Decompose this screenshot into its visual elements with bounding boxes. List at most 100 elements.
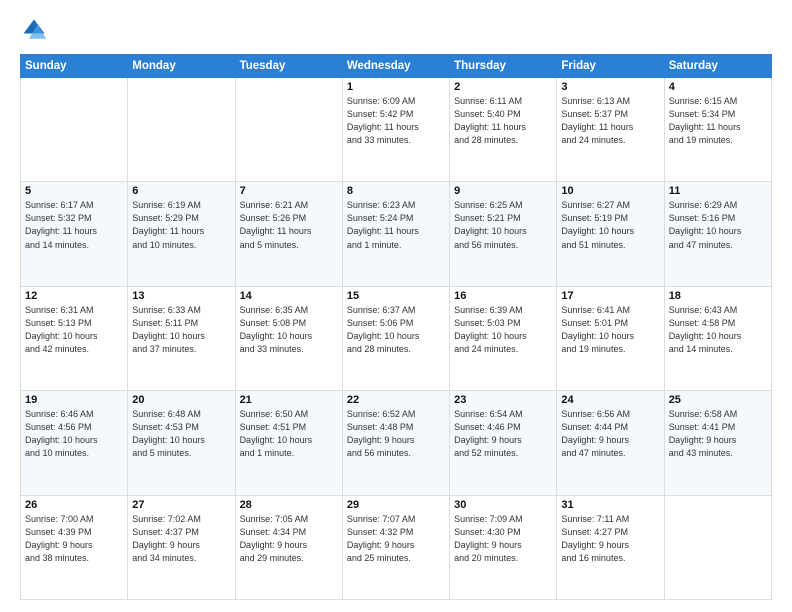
day-number: 12 — [25, 290, 123, 302]
page: SundayMondayTuesdayWednesdayThursdayFrid… — [0, 0, 792, 612]
day-info: Sunrise: 6:27 AMSunset: 5:19 PMDaylight:… — [561, 199, 659, 251]
weekday-header-friday: Friday — [557, 55, 664, 78]
week-row-4: 19Sunrise: 6:46 AMSunset: 4:56 PMDayligh… — [21, 391, 772, 495]
day-info: Sunrise: 7:02 AMSunset: 4:37 PMDaylight:… — [132, 513, 230, 565]
day-number: 14 — [240, 290, 338, 302]
weekday-header-monday: Monday — [128, 55, 235, 78]
day-cell: 24 Sunrise: 6:56 AMSunset: 4:44 PMDayligh… — [557, 391, 664, 495]
day-number: 29 — [347, 499, 445, 511]
day-number: 3 — [561, 81, 659, 93]
day-cell — [664, 495, 771, 599]
calendar-table: SundayMondayTuesdayWednesdayThursdayFrid… — [20, 54, 772, 600]
day-number: 2 — [454, 81, 552, 93]
day-cell: 28Sunrise: 7:05 AMSunset: 4:34 PMDayligh… — [235, 495, 342, 599]
day-cell: 1 Sunrise: 6:09 AMSunset: 5:42 PMDaylight… — [342, 78, 449, 182]
day-number: 9 — [454, 185, 552, 197]
day-cell: 29 Sunrise: 7:07 AMSunset: 4:32 PMDayligh… — [342, 495, 449, 599]
day-number: 24 — [561, 394, 659, 406]
day-cell: 23 Sunrise: 6:54 AMSunset: 4:46 PMDayligh… — [450, 391, 557, 495]
day-info: Sunrise: 6:50 AMSunset: 4:51 PMDaylight:… — [240, 408, 338, 460]
day-info: Sunrise: 6:48 AMSunset: 4:53 PMDaylight:… — [132, 408, 230, 460]
day-info: Sunrise: 6:23 AMSunset: 5:24 PMDaylight:… — [347, 199, 445, 251]
day-number: 18 — [669, 290, 767, 302]
day-number: 8 — [347, 185, 445, 197]
day-cell: 7 Sunrise: 6:21 AMSunset: 5:26 PMDaylight… — [235, 182, 342, 286]
day-number: 11 — [669, 185, 767, 197]
day-number: 7 — [240, 185, 338, 197]
day-cell: 20 Sunrise: 6:48 AMSunset: 4:53 PMDayligh… — [128, 391, 235, 495]
day-info: Sunrise: 6:54 AMSunset: 4:46 PMDaylight:… — [454, 408, 552, 460]
day-info: Sunrise: 6:19 AMSunset: 5:29 PMDaylight:… — [132, 199, 230, 251]
day-info: Sunrise: 7:09 AMSunset: 4:30 PMDaylight:… — [454, 513, 552, 565]
day-number: 22 — [347, 394, 445, 406]
logo-icon — [20, 16, 48, 44]
day-info: Sunrise: 6:25 AMSunset: 5:21 PMDaylight:… — [454, 199, 552, 251]
day-number: 31 — [561, 499, 659, 511]
day-cell: 21Sunrise: 6:50 AMSunset: 4:51 PMDayligh… — [235, 391, 342, 495]
day-number: 6 — [132, 185, 230, 197]
day-info: Sunrise: 6:52 AMSunset: 4:48 PMDaylight:… — [347, 408, 445, 460]
day-cell: 25 Sunrise: 6:58 AMSunset: 4:41 PMDayligh… — [664, 391, 771, 495]
day-cell: 15Sunrise: 6:37 AMSunset: 5:06 PMDayligh… — [342, 286, 449, 390]
day-info: Sunrise: 6:58 AMSunset: 4:41 PMDaylight:… — [669, 408, 767, 460]
day-info: Sunrise: 6:33 AMSunset: 5:11 PMDaylight:… — [132, 304, 230, 356]
day-info: Sunrise: 6:35 AMSunset: 5:08 PMDaylight:… — [240, 304, 338, 356]
day-info: Sunrise: 6:11 AMSunset: 5:40 PMDaylight:… — [454, 95, 552, 147]
day-cell: 18 Sunrise: 6:43 AMSunset: 4:58 PMDayligh… — [664, 286, 771, 390]
logo — [20, 16, 52, 44]
week-row-5: 26 Sunrise: 7:00 AMSunset: 4:39 PMDayligh… — [21, 495, 772, 599]
day-info: Sunrise: 7:00 AMSunset: 4:39 PMDaylight:… — [25, 513, 123, 565]
day-info: Sunrise: 6:15 AMSunset: 5:34 PMDaylight:… — [669, 95, 767, 147]
day-number: 10 — [561, 185, 659, 197]
day-cell: 13Sunrise: 6:33 AMSunset: 5:11 PMDayligh… — [128, 286, 235, 390]
day-number: 27 — [132, 499, 230, 511]
day-cell: 8 Sunrise: 6:23 AMSunset: 5:24 PMDaylight… — [342, 182, 449, 286]
weekday-header-thursday: Thursday — [450, 55, 557, 78]
day-number: 26 — [25, 499, 123, 511]
day-cell: 22 Sunrise: 6:52 AMSunset: 4:48 PMDayligh… — [342, 391, 449, 495]
weekday-header-saturday: Saturday — [664, 55, 771, 78]
day-info: Sunrise: 6:37 AMSunset: 5:06 PMDaylight:… — [347, 304, 445, 356]
day-info: Sunrise: 6:13 AMSunset: 5:37 PMDaylight:… — [561, 95, 659, 147]
day-cell: 11Sunrise: 6:29 AMSunset: 5:16 PMDayligh… — [664, 182, 771, 286]
day-cell: 31 Sunrise: 7:11 AMSunset: 4:27 PMDayligh… — [557, 495, 664, 599]
day-number: 19 — [25, 394, 123, 406]
day-cell: 16 Sunrise: 6:39 AMSunset: 5:03 PMDayligh… — [450, 286, 557, 390]
day-number: 25 — [669, 394, 767, 406]
day-info: Sunrise: 6:17 AMSunset: 5:32 PMDaylight:… — [25, 199, 123, 251]
day-info: Sunrise: 6:09 AMSunset: 5:42 PMDaylight:… — [347, 95, 445, 147]
day-cell: 27 Sunrise: 7:02 AMSunset: 4:37 PMDayligh… — [128, 495, 235, 599]
week-row-3: 12Sunrise: 6:31 AMSunset: 5:13 PMDayligh… — [21, 286, 772, 390]
day-info: Sunrise: 6:56 AMSunset: 4:44 PMDaylight:… — [561, 408, 659, 460]
day-info: Sunrise: 6:41 AMSunset: 5:01 PMDaylight:… — [561, 304, 659, 356]
weekday-header-row: SundayMondayTuesdayWednesdayThursdayFrid… — [21, 55, 772, 78]
day-cell: 4 Sunrise: 6:15 AMSunset: 5:34 PMDaylight… — [664, 78, 771, 182]
day-cell: 19Sunrise: 6:46 AMSunset: 4:56 PMDayligh… — [21, 391, 128, 495]
day-number: 17 — [561, 290, 659, 302]
day-info: Sunrise: 6:39 AMSunset: 5:03 PMDaylight:… — [454, 304, 552, 356]
week-row-2: 5Sunrise: 6:17 AMSunset: 5:32 PMDaylight… — [21, 182, 772, 286]
day-number: 4 — [669, 81, 767, 93]
day-cell: 2 Sunrise: 6:11 AMSunset: 5:40 PMDaylight… — [450, 78, 557, 182]
day-info: Sunrise: 6:21 AMSunset: 5:26 PMDaylight:… — [240, 199, 338, 251]
day-cell: 9 Sunrise: 6:25 AMSunset: 5:21 PMDaylight… — [450, 182, 557, 286]
day-number: 20 — [132, 394, 230, 406]
day-number: 23 — [454, 394, 552, 406]
day-cell — [21, 78, 128, 182]
day-number: 1 — [347, 81, 445, 93]
day-number: 16 — [454, 290, 552, 302]
day-cell: 17 Sunrise: 6:41 AMSunset: 5:01 PMDayligh… — [557, 286, 664, 390]
week-row-1: 1 Sunrise: 6:09 AMSunset: 5:42 PMDaylight… — [21, 78, 772, 182]
day-cell: 14 Sunrise: 6:35 AMSunset: 5:08 PMDayligh… — [235, 286, 342, 390]
weekday-header-sunday: Sunday — [21, 55, 128, 78]
weekday-header-wednesday: Wednesday — [342, 55, 449, 78]
day-info: Sunrise: 7:07 AMSunset: 4:32 PMDaylight:… — [347, 513, 445, 565]
day-cell: 26 Sunrise: 7:00 AMSunset: 4:39 PMDayligh… — [21, 495, 128, 599]
day-info: Sunrise: 6:43 AMSunset: 4:58 PMDaylight:… — [669, 304, 767, 356]
day-cell: 6 Sunrise: 6:19 AMSunset: 5:29 PMDaylight… — [128, 182, 235, 286]
day-cell: 12Sunrise: 6:31 AMSunset: 5:13 PMDayligh… — [21, 286, 128, 390]
day-cell: 10 Sunrise: 6:27 AMSunset: 5:19 PMDayligh… — [557, 182, 664, 286]
day-info: Sunrise: 7:11 AMSunset: 4:27 PMDaylight:… — [561, 513, 659, 565]
day-number: 30 — [454, 499, 552, 511]
header — [20, 16, 772, 44]
